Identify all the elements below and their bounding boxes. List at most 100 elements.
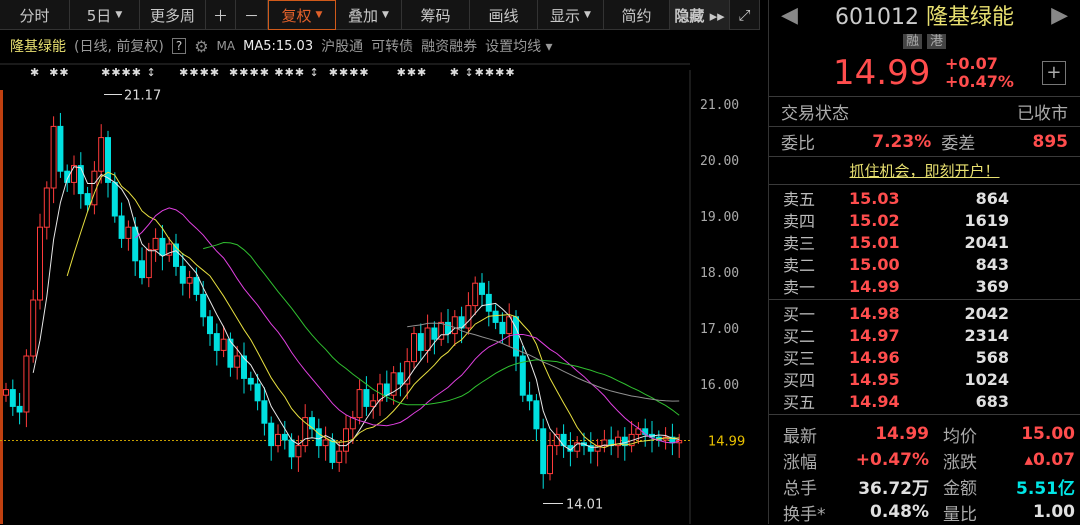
candle-body xyxy=(465,305,472,329)
toolbar-button-11[interactable]: 隐藏 ▸▸ xyxy=(670,0,730,30)
candle-body xyxy=(111,181,118,217)
toolbar-label: 5日 xyxy=(86,6,112,25)
candle-body xyxy=(329,439,336,463)
toolbar-button-1[interactable]: 5日 ▼ xyxy=(70,0,140,30)
stat-row: 总手 36.72万 金额 5.51亿 xyxy=(769,473,1080,499)
kline-chart[interactable]: 21.00 20.00 19.00 18.00 17.00 16.00 14.99 21.17… xyxy=(0,30,760,524)
order-row[interactable]: 卖四 15.02 1619 xyxy=(769,209,1080,232)
wc-value: 895 xyxy=(1032,131,1068,152)
stat-row: 涨幅 +0.47% 涨跌 ▴0.07 xyxy=(769,447,1080,473)
toolbar-button-6[interactable]: 叠加 ▼ xyxy=(336,0,402,30)
add-watchlist-button[interactable]: + xyxy=(1041,61,1066,85)
toolbar-label: 筹码 xyxy=(420,6,451,25)
candle-body xyxy=(302,417,309,447)
stock-name: 隆基绿能 xyxy=(10,39,66,55)
toolbar-button-4[interactable]: － xyxy=(236,0,268,30)
candle-body xyxy=(200,293,207,318)
stat-value: 14.99 xyxy=(875,424,929,444)
margin-link[interactable]: 融资融券 xyxy=(421,36,477,56)
set-ma-dropdown[interactable]: 设置均线 ▾ xyxy=(485,36,552,56)
dropdown-arrow-icon: ▼ xyxy=(382,10,389,20)
order-row[interactable]: 买三 14.96 568 xyxy=(769,346,1080,369)
candle-body xyxy=(363,389,370,407)
candle-body xyxy=(472,282,479,307)
order-volume: 1024 xyxy=(964,369,1009,389)
candle-body xyxy=(288,439,295,458)
toolbar-button-5[interactable]: 复权 ▼ xyxy=(268,0,336,30)
stat-value: +0.47% xyxy=(855,450,929,470)
toolbar-label: 简约 xyxy=(621,6,652,25)
stat-key: 涨幅 xyxy=(783,452,817,473)
toolbar-label: 复权 xyxy=(281,6,312,25)
dropdown-arrow-icon: ▼ xyxy=(315,10,323,20)
gear-icon[interactable]: ⚙ xyxy=(194,37,208,56)
candle-body xyxy=(220,338,227,351)
toolbar-label: 分时 xyxy=(19,6,50,25)
order-volume: 2042 xyxy=(964,303,1009,323)
order-price: 15.03 xyxy=(849,188,900,208)
toolbar-button-12[interactable]: ⤢ xyxy=(730,0,760,30)
toolbar-button-10[interactable]: 简约 xyxy=(604,0,670,30)
order-row[interactable]: 卖三 15.01 2041 xyxy=(769,231,1080,254)
candle-body xyxy=(207,316,213,335)
quote-panel: ◀ 601012 隆基绿能 ▶ 融 港 14.99 +0.07 +0.47% +… xyxy=(768,0,1080,525)
toolbar-button-3[interactable]: ＋ xyxy=(206,0,236,30)
candle-body xyxy=(451,316,458,335)
toolbar-label: ＋ xyxy=(212,6,228,25)
order-volume: 568 xyxy=(975,347,1009,367)
candle-body xyxy=(105,137,111,183)
order-row[interactable]: 买二 14.97 2314 xyxy=(769,324,1080,347)
tag-hk: 港 xyxy=(927,34,947,49)
trade-status: 已收市 xyxy=(1017,104,1068,124)
toolbar-button-9[interactable]: 显示 ▼ xyxy=(538,0,604,30)
toolbar-button-0[interactable]: 分时 xyxy=(0,0,70,30)
cb-link[interactable]: 可转债 xyxy=(371,36,413,56)
stat-key: 总手 xyxy=(783,478,817,499)
candle-body xyxy=(50,125,57,189)
candle-body xyxy=(179,265,186,284)
candle-body xyxy=(125,226,132,239)
prev-stock-arrow-icon[interactable]: ◀ xyxy=(781,3,798,28)
wc-label: 委差 xyxy=(941,134,976,154)
left-edge-marker xyxy=(0,90,3,524)
candle-body xyxy=(445,321,451,335)
order-level: 买二 xyxy=(783,327,816,346)
high-label: 21.17 xyxy=(124,88,161,103)
toolbar-button-2[interactable]: 更多周 xyxy=(140,0,206,30)
order-price: 15.01 xyxy=(849,232,900,252)
order-row[interactable]: 卖二 15.00 843 xyxy=(769,253,1080,276)
order-row[interactable]: 买五 14.94 683 xyxy=(769,390,1080,413)
stock-code: 601012 xyxy=(835,5,919,30)
order-volume: 2041 xyxy=(964,232,1009,252)
stats-table: 最新 14.99 均价 15.00 涨幅 +0.47% 涨跌 ▴0.07 总手 36.72万 金额 5… xyxy=(769,414,1080,525)
toolbar-label: 画线 xyxy=(488,6,519,25)
candle-body xyxy=(485,293,492,312)
candle-body xyxy=(322,439,329,447)
order-price: 14.98 xyxy=(849,303,900,323)
toolbar-button-8[interactable]: 画线 xyxy=(470,0,538,30)
quote-stock-name: 隆基绿能 xyxy=(925,5,1014,30)
dropdown-arrow-icon: ▼ xyxy=(584,10,591,20)
toolbar-label: 隐藏 ▸▸ xyxy=(674,6,725,25)
period-label: (日线, 前复权) xyxy=(74,39,164,55)
toolbar-button-7[interactable]: 筹码 xyxy=(402,0,470,30)
next-stock-arrow-icon[interactable]: ▶ xyxy=(1051,3,1068,28)
open-account-link[interactable]: 抓住机会，即刻开户！ xyxy=(849,162,999,180)
y-tick-label: 21.00 xyxy=(700,98,739,113)
stat-key: 换手* xyxy=(783,504,826,525)
stat-key: 均价 xyxy=(943,426,977,447)
candle-body xyxy=(145,249,152,279)
order-volume: 369 xyxy=(975,276,1009,296)
help-button[interactable]: ? xyxy=(171,38,187,54)
order-row[interactable]: 买一 14.98 2042 xyxy=(769,302,1080,325)
order-row[interactable]: 卖一 14.99 369 xyxy=(769,275,1080,298)
toolbar-label: － xyxy=(243,6,259,25)
chart-toolbar: 分时 5日 ▼ 更多周＋－复权 ▼ 叠加 ▼ 筹码 画线 显示 ▼ 简约 隐藏 ▸▸ ⤢ xyxy=(0,0,760,30)
candle-body xyxy=(9,389,16,407)
candle-body xyxy=(3,389,9,396)
candle-body xyxy=(424,327,431,351)
order-row[interactable]: 买四 14.95 1024 xyxy=(769,368,1080,391)
order-row[interactable]: 卖五 15.03 864 xyxy=(769,187,1080,210)
candle-body xyxy=(397,372,404,385)
hgt-link[interactable]: 沪股通 xyxy=(321,36,363,56)
